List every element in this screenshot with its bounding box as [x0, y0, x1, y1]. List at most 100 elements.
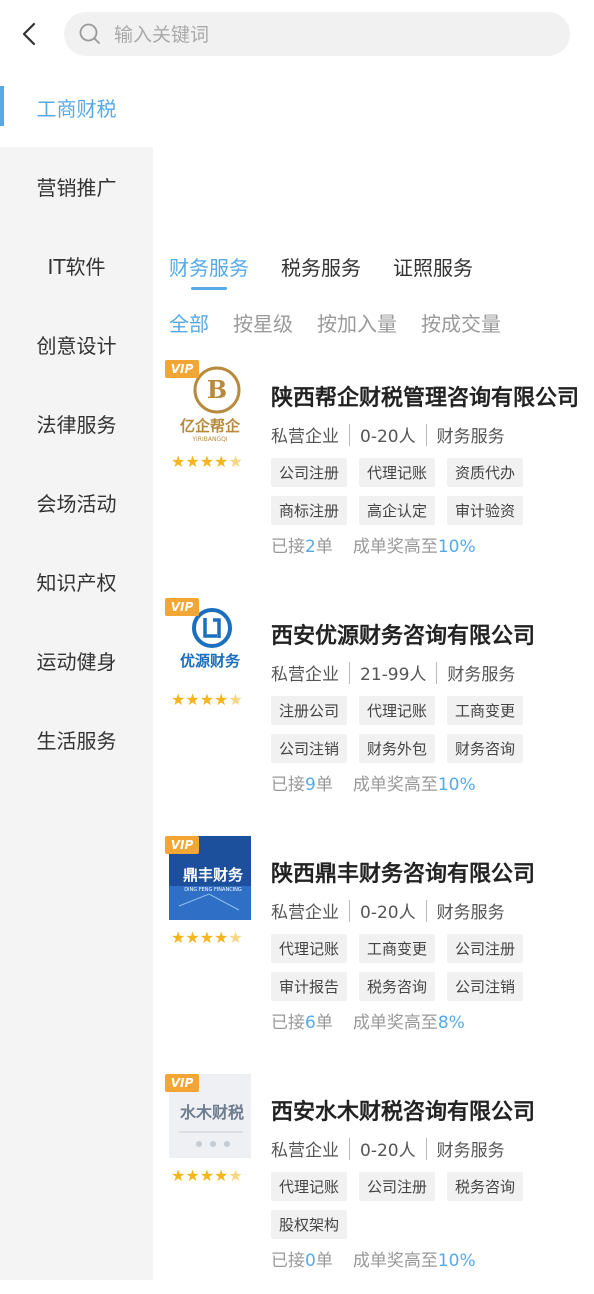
sort-by-star[interactable]: 按星级: [233, 308, 293, 337]
tab-license[interactable]: 证照服务: [393, 252, 473, 288]
svg-text:DING FENG FINANCING: DING FENG FINANCING: [184, 887, 242, 893]
service-tag: 高企认定: [359, 496, 436, 525]
tab-tax[interactable]: 税务服务: [281, 252, 361, 288]
company-name[interactable]: 陕西帮企财税管理咨询有限公司: [271, 380, 581, 412]
svg-text:鼎丰财务: 鼎丰财务: [183, 866, 244, 884]
star-icon: ★: [171, 928, 186, 947]
service-tag: 代理记账: [271, 934, 348, 963]
sort-tabs: 全部 按星级 按加入量 按成交量: [169, 308, 501, 337]
company-name[interactable]: 西安优源财务咨询有限公司: [271, 618, 581, 650]
star-icon: ★: [185, 690, 200, 709]
star-icon: ★: [199, 1166, 215, 1185]
star-half-icon: ★: [228, 452, 243, 471]
company-logo: 鼎丰财务 DING FENG FINANCING VIP: [165, 836, 251, 926]
company-logo: 优源财务 VIP: [165, 598, 251, 688]
service-tag: 税务咨询: [447, 1172, 524, 1201]
company-card[interactable]: 优源财务 VIP ★ ★ ★ ★ ★ 西安优源财务咨询有限公司 私营企业 21-99人 …: [163, 598, 594, 818]
reward-rate: 10%: [437, 775, 476, 795]
sidebar-item-label: 营销推广: [36, 176, 117, 200]
service-tag: 代理记账: [271, 1172, 348, 1201]
company-type: 私营企业: [271, 665, 339, 685]
company-type: 私营企业: [271, 903, 339, 923]
company-stats: 已接9单 成单奖高至10%: [271, 775, 476, 795]
service-tag: 税务咨询: [359, 972, 436, 1001]
company-stats: 已接6单 成单奖高至8%: [271, 1013, 465, 1033]
sidebar-item-it[interactable]: IT软件: [0, 226, 153, 305]
search-input[interactable]: [112, 12, 556, 58]
search-bar[interactable]: [64, 12, 570, 58]
svg-text:优源财务: 优源财务: [180, 652, 241, 670]
sort-by-deals[interactable]: 按成交量: [421, 308, 501, 337]
company-type: 私营企业: [271, 1141, 339, 1161]
company-meta: 私营企业 0-20人 财务服务: [271, 422, 505, 447]
sidebar-item-fitness[interactable]: 运动健身: [0, 621, 153, 700]
star-icon: ★: [185, 1166, 200, 1185]
orders-count: 6: [305, 1013, 316, 1033]
back-icon[interactable]: [14, 18, 46, 50]
orders-count: 0: [305, 1251, 316, 1271]
company-stats: 已接0单 成单奖高至10%: [271, 1251, 476, 1271]
reward-rate: 8%: [437, 1013, 465, 1033]
service-tag: 公司注销: [271, 734, 348, 763]
rating-stars: ★ ★ ★ ★ ★: [171, 1168, 251, 1184]
star-icon: ★: [171, 690, 186, 709]
star-icon: ★: [214, 690, 229, 709]
sidebar-item-events[interactable]: 会场活动: [0, 463, 153, 542]
company-card[interactable]: 鼎丰财务 DING FENG FINANCING VIP ★ ★ ★ ★ ★ 陕西鼎丰财…: [163, 836, 594, 1056]
svg-text:YIRIBANGQI: YIRIBANGQI: [191, 436, 227, 443]
star-icon: ★: [199, 928, 215, 947]
service-tag: 公司注册: [271, 458, 348, 487]
svg-text:B: B: [207, 375, 227, 404]
sort-by-joins[interactable]: 按加入量: [317, 308, 397, 337]
sidebar-item-ip[interactable]: 知识产权: [0, 542, 153, 621]
sidebar-item-life[interactable]: 生活服务: [0, 700, 153, 779]
service-tags: 注册公司 代理记账 工商变更 公司注销 财务外包 财务咨询: [271, 696, 571, 763]
orders-count: 2: [305, 537, 316, 557]
company-category: 财务服务: [436, 427, 505, 447]
service-tag: 公司注册: [447, 934, 524, 963]
top-bar: [0, 0, 594, 68]
sidebar-item-gongshang[interactable]: 工商财税: [0, 68, 153, 147]
star-half-icon: ★: [228, 690, 243, 709]
service-tag: 财务外包: [359, 734, 436, 763]
star-icon: ★: [185, 928, 200, 947]
company-card[interactable]: 水木财税 VIP ★ ★ ★ ★ ★ 西安水木财税咨询有限公司 私营企业 0-20人 财…: [163, 1074, 594, 1294]
company-category: 财务服务: [436, 903, 505, 923]
svg-text:亿企帮企: 亿企帮企: [180, 417, 241, 435]
company-logo: B 亿企帮企 YIRIBANGQI VIP: [165, 360, 251, 450]
service-tag: 工商变更: [447, 696, 524, 725]
sidebar-item-design[interactable]: 创意设计: [0, 305, 153, 384]
service-tabs: 财务服务 税务服务 证照服务: [169, 252, 473, 290]
company-card[interactable]: B 亿企帮企 YIRIBANGQI VIP ★ ★ ★ ★ ★ 陕西帮企财税管理咨询有限…: [163, 360, 594, 580]
service-tag: 资质代办: [447, 458, 524, 487]
sidebar-item-marketing[interactable]: 营销推广: [0, 147, 153, 226]
sort-all[interactable]: 全部: [169, 308, 209, 337]
company-name[interactable]: 西安水木财税咨询有限公司: [271, 1094, 581, 1126]
rating-stars: ★ ★ ★ ★ ★: [171, 930, 251, 946]
star-icon: ★: [214, 928, 229, 947]
vip-badge: VIP: [165, 1074, 199, 1092]
service-tag: 公司注册: [359, 1172, 436, 1201]
reward-rate: 10%: [437, 537, 476, 557]
company-size: 21-99人: [360, 665, 427, 685]
company-logo: 水木财税 VIP: [165, 1074, 251, 1164]
company-meta: 私营企业 0-20人 财务服务: [271, 898, 505, 923]
tab-finance[interactable]: 财务服务: [169, 252, 249, 290]
rating-stars: ★ ★ ★ ★ ★: [171, 454, 251, 470]
company-size: 0-20人: [360, 1141, 416, 1161]
company-meta: 私营企业 0-20人 财务服务: [271, 1136, 505, 1161]
sidebar-item-legal[interactable]: 法律服务: [0, 384, 153, 463]
company-type: 私营企业: [271, 427, 339, 447]
star-half-icon: ★: [228, 928, 243, 947]
company-name[interactable]: 陕西鼎丰财务咨询有限公司: [271, 856, 581, 888]
star-icon: ★: [214, 1166, 229, 1185]
service-tag: 公司注销: [447, 972, 524, 1001]
service-tag: 代理记账: [359, 458, 436, 487]
service-tag: 财务咨询: [447, 734, 524, 763]
sidebar-item-label: 会场活动: [36, 492, 117, 516]
sidebar-item-label: 生活服务: [36, 729, 117, 753]
rating-stars: ★ ★ ★ ★ ★: [171, 692, 251, 708]
company-category: 财务服务: [447, 665, 516, 685]
service-tag: 商标注册: [271, 496, 348, 525]
search-icon: [78, 22, 102, 46]
